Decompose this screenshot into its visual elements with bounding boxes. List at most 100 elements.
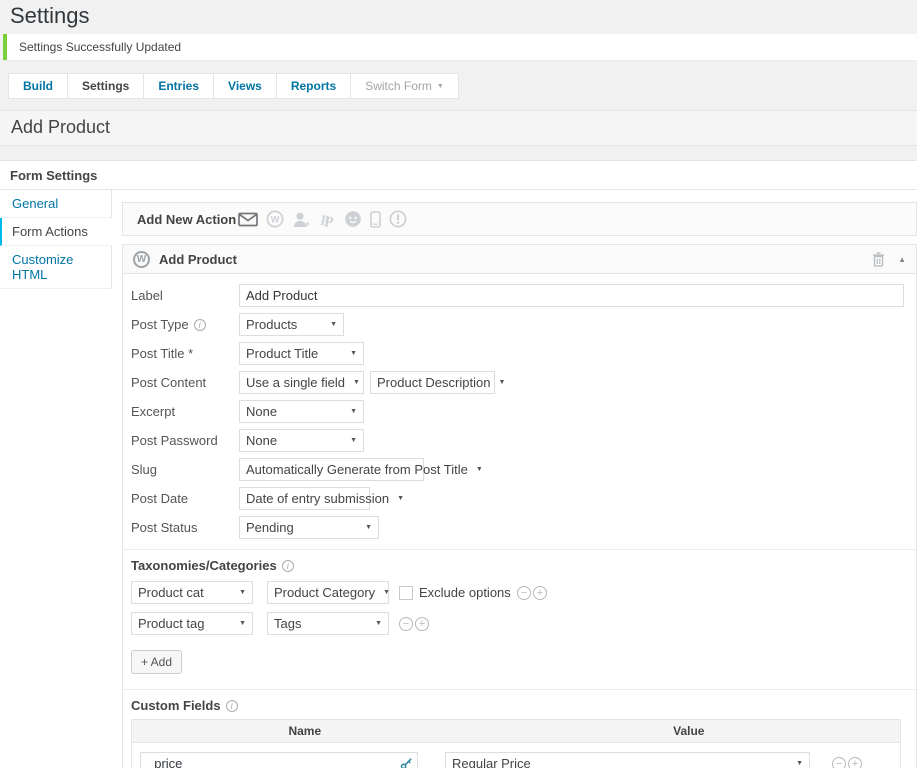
- mailchimp-action-icon[interactable]: [344, 210, 362, 228]
- custom-fields-heading: Custom Fieldsi: [131, 698, 908, 713]
- select-caret-icon: ▼: [383, 589, 390, 596]
- select-caret-icon: ▼: [375, 620, 382, 627]
- select-caret-icon: ▼: [350, 350, 357, 357]
- sidebar-item-general[interactable]: General: [0, 190, 112, 218]
- exclude-options-label: Exclude options: [419, 585, 511, 600]
- excerpt-row: Excerpt None▼: [131, 400, 908, 423]
- svg-text:W: W: [271, 215, 280, 225]
- excerpt-label: Excerpt: [131, 400, 239, 419]
- slug-select[interactable]: Automatically Generate from Post Title▼: [239, 458, 424, 481]
- delete-action-trash-icon[interactable]: [872, 252, 885, 267]
- post-status-select[interactable]: Pending▼: [239, 516, 379, 539]
- form-actions-content: Add New Action W + PP: [112, 190, 917, 768]
- post-title-select[interactable]: Product Title▼: [239, 342, 364, 365]
- post-status-label: Post Status: [131, 516, 239, 535]
- action-header[interactable]: W Add Product ▲: [123, 245, 916, 274]
- tab-views[interactable]: Views: [214, 73, 277, 99]
- svg-text:P: P: [324, 214, 334, 228]
- wordpress-post-action-icon[interactable]: W: [266, 210, 284, 228]
- add-product-action-panel: W Add Product ▲ Label Post Type i: [122, 244, 917, 768]
- label-row: Label: [131, 284, 908, 307]
- collapse-action-icon[interactable]: ▲: [898, 255, 906, 264]
- taxonomy-select[interactable]: Product tag▼: [131, 612, 253, 635]
- custom-field-value-select[interactable]: Regular Price▼: [445, 752, 810, 768]
- sidebar-item-form-actions[interactable]: Form Actions: [0, 218, 112, 246]
- post-content-row: Post Content Use a single field▼ Product…: [131, 371, 908, 394]
- select-caret-icon: ▼: [353, 379, 360, 386]
- remove-custom-field-icon[interactable]: −: [832, 757, 846, 768]
- register-user-action-icon[interactable]: +: [292, 211, 311, 228]
- select-caret-icon: ▼: [350, 408, 357, 415]
- slug-row: Slug Automatically Generate from Post Ti…: [131, 458, 908, 481]
- tab-reports[interactable]: Reports: [277, 73, 351, 99]
- add-new-action-bar: Add New Action W + PP: [122, 202, 917, 236]
- taxonomy-row: Product cat▼ Product Category▼ Exclude o…: [131, 581, 908, 604]
- tab-build[interactable]: Build: [8, 73, 68, 99]
- post-content-field-select[interactable]: Product Description▼: [370, 371, 495, 394]
- sidebar-item-customize-html[interactable]: Customize HTML: [0, 246, 112, 289]
- post-date-label: Post Date: [131, 487, 239, 506]
- action-type-icons: W + PP: [238, 210, 407, 228]
- form-title: Add Product: [0, 110, 917, 146]
- taxonomy-select[interactable]: Product cat▼: [131, 581, 253, 604]
- panel-title: Form Settings: [0, 161, 917, 190]
- select-caret-icon: ▼: [397, 495, 404, 502]
- remove-taxonomy-icon[interactable]: −: [399, 617, 413, 631]
- post-title-label: Post Title *: [131, 342, 239, 361]
- tab-settings[interactable]: Settings: [68, 73, 144, 99]
- add-new-action-label: Add New Action: [137, 212, 238, 227]
- tab-entries[interactable]: Entries: [144, 73, 214, 99]
- select-caret-icon: ▼: [365, 524, 372, 531]
- taxonomy-value-select[interactable]: Tags▼: [267, 612, 389, 635]
- post-password-label: Post Password: [131, 429, 239, 448]
- success-notice-text: Settings Successfully Updated: [19, 40, 181, 54]
- add-custom-field-icon[interactable]: +: [848, 757, 862, 768]
- excerpt-select[interactable]: None▼: [239, 400, 364, 423]
- select-caret-icon: ▼: [239, 589, 246, 596]
- add-taxonomy-button[interactable]: + Add: [131, 650, 182, 674]
- settings-sidebar: General Form Actions Customize HTML: [0, 190, 112, 768]
- custom-field-name-input[interactable]: [140, 752, 418, 768]
- post-date-row: Post Date Date of entry submission▼: [131, 487, 908, 510]
- post-type-row: Post Type i Products▼: [131, 313, 908, 336]
- section-divider: [123, 689, 916, 690]
- column-header-value: Value: [478, 720, 900, 742]
- action-label-input[interactable]: [239, 284, 904, 307]
- remove-taxonomy-icon[interactable]: −: [517, 586, 531, 600]
- taxonomy-row: Product tag▼ Tags▼ − +: [131, 612, 908, 635]
- info-icon: i: [194, 319, 206, 331]
- select-caret-icon: ▼: [796, 760, 803, 767]
- add-taxonomy-icon[interactable]: +: [415, 617, 429, 631]
- post-password-row: Post Password None▼: [131, 429, 908, 452]
- post-type-label: Post Type: [131, 317, 189, 332]
- section-divider: [123, 549, 916, 550]
- svg-text:+: +: [305, 219, 310, 228]
- field-key-icon[interactable]: [400, 757, 413, 768]
- action-settings-form: Label Post Type i Products▼ Post Title * …: [123, 274, 916, 768]
- post-title-row: Post Title * Product Title▼: [131, 342, 908, 365]
- add-taxonomy-icon[interactable]: +: [533, 586, 547, 600]
- sms-phone-action-icon[interactable]: [370, 211, 381, 228]
- select-caret-icon: ▼: [498, 379, 505, 386]
- taxonomy-value-select[interactable]: Product Category▼: [267, 581, 389, 604]
- post-type-select[interactable]: Products▼: [239, 313, 344, 336]
- email-action-icon[interactable]: [238, 212, 258, 227]
- select-caret-icon: ▼: [350, 437, 357, 444]
- post-password-select[interactable]: None▼: [239, 429, 364, 452]
- column-header-name: Name: [132, 720, 478, 742]
- switch-form-dropdown[interactable]: Switch Form▼: [351, 73, 459, 99]
- form-nav-tabs: Build Settings Entries Views Reports Swi…: [8, 73, 917, 99]
- custom-fields-table: Name Value Regular Price▼: [131, 719, 901, 768]
- taxonomies-heading: Taxonomies/Categoriesi: [131, 558, 908, 573]
- post-content-mode-select[interactable]: Use a single field▼: [239, 371, 364, 394]
- select-caret-icon: ▼: [476, 466, 483, 473]
- paypal-action-icon[interactable]: PP: [319, 211, 336, 228]
- wordpress-icon: W: [133, 251, 150, 268]
- select-caret-icon: ▼: [239, 620, 246, 627]
- post-content-label: Post Content: [131, 371, 239, 390]
- notification-action-icon[interactable]: [389, 210, 407, 228]
- post-status-row: Post Status Pending▼: [131, 516, 908, 539]
- post-date-select[interactable]: Date of entry submission▼: [239, 487, 370, 510]
- exclude-options-checkbox[interactable]: [399, 586, 413, 600]
- chevron-down-icon: ▼: [437, 83, 444, 90]
